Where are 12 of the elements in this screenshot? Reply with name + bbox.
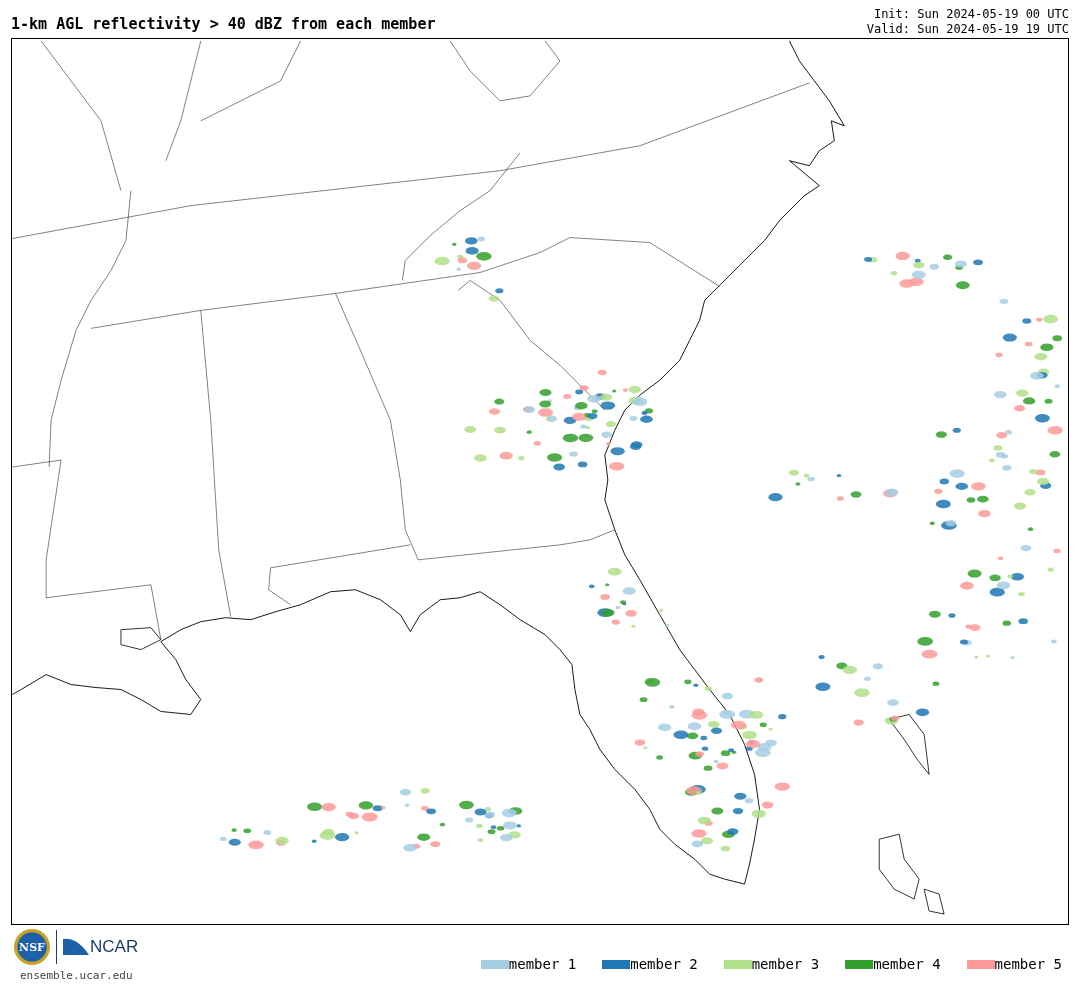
legend-label: member 1: [508, 956, 577, 972]
legend-label: member 2: [630, 956, 698, 972]
init-time: Init: Sun 2024-05-19 00 UTC: [873, 7, 1069, 22]
chart-title: 1-km AGL reflectivity > 40 dBZ from each member: [11, 15, 436, 35]
valid-time: Valid: Sun 2024-05-19 19 UTC: [866, 22, 1069, 37]
legend-label: member 5: [994, 956, 1062, 972]
nsf-logo: NSF: [14, 929, 50, 965]
legend-label: member 4: [873, 956, 941, 972]
ncar-logo: NCAR: [90, 937, 139, 957]
site-address: ensemble.ucar.edu: [20, 969, 133, 982]
wedge-icon: [63, 937, 89, 957]
legend-label: member 3: [751, 956, 820, 972]
